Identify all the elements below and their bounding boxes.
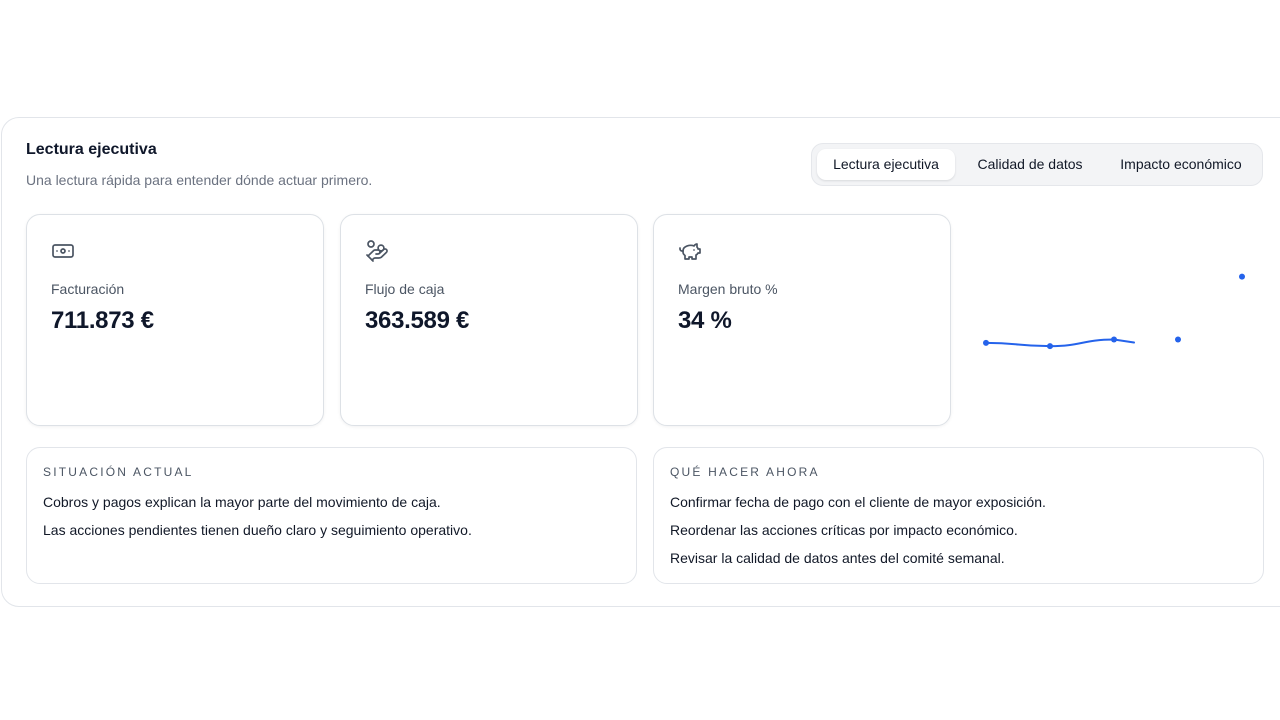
data-point [1175, 336, 1181, 343]
data-point [1239, 273, 1245, 280]
current-situation-list: Cobros y pagos explican la mayor parte d… [43, 492, 472, 548]
list-item: Cobros y pagos explican la mayor parte d… [43, 494, 441, 510]
data-point [1047, 343, 1053, 350]
list-item: Confirmar fecha de pago con el cliente d… [670, 494, 1046, 510]
kpi-label: Margen bruto % [678, 281, 778, 297]
data-point [1111, 336, 1117, 343]
list-item: Revisar la calidad de datos antes del co… [670, 550, 1005, 566]
piggy-bank-icon [678, 239, 702, 263]
hand-coins-icon [365, 239, 389, 263]
tab-impacto-economico[interactable]: Impacto económico [1104, 149, 1258, 180]
list-item: Reordenar las acciones críticas por impa… [670, 522, 1018, 538]
kpi-value: 34 % [678, 307, 732, 334]
current-situation-heading: SITUACIÓN ACTUAL [43, 465, 194, 479]
next-actions-card: QUÉ HACER AHORA Confirmar fecha de pago … [653, 447, 1264, 584]
kpi-value: 711.873 € [51, 307, 154, 334]
tab-calidad-de-datos[interactable]: Calidad de datos [960, 149, 1100, 180]
panel-subtitle: Una lectura rápida para entender dónde a… [26, 172, 373, 188]
kpi-label: Facturación [51, 281, 125, 297]
panel-title: Lectura ejecutiva [26, 141, 157, 158]
kpi-label: Flujo de caja [365, 281, 445, 297]
banknote-icon [51, 239, 75, 263]
kpi-value: 363.589 € [365, 307, 470, 334]
list-item: Las acciones pendientes tienen dueño cla… [43, 522, 472, 538]
executive-reading-panel: Lectura ejecutiva Una lectura rápida par… [1, 117, 1280, 607]
trend-sparkline [983, 273, 1245, 350]
current-situation-card: SITUACIÓN ACTUAL Cobros y pagos explican… [26, 447, 637, 584]
data-point [983, 339, 989, 346]
kpi-card-flujo-de-caja: Flujo de caja 363.589 € [340, 214, 638, 426]
kpi-card-facturacion: Facturación 711.873 € [26, 214, 324, 426]
next-actions-heading: QUÉ HACER AHORA [670, 465, 820, 479]
next-actions-list: Confirmar fecha de pago con el cliente d… [670, 492, 1046, 576]
tab-lectura-ejecutiva[interactable]: Lectura ejecutiva [817, 149, 955, 180]
kpi-card-margen-bruto: Margen bruto % 34 % [653, 214, 951, 426]
view-tabs: Lectura ejecutiva Calidad de datos Impac… [811, 143, 1263, 186]
